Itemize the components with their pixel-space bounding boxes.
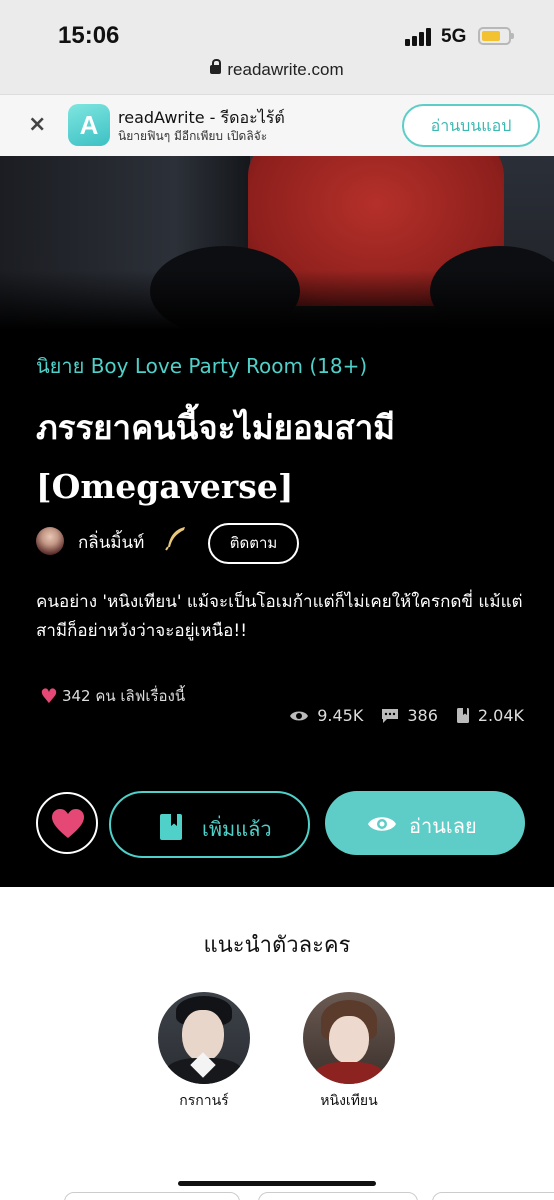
url-text: readawrite.com <box>227 60 344 79</box>
novel-info: นิยาย Boy Love Party Room (18+) ภรรยาคนน… <box>0 330 554 887</box>
character-avatar <box>303 992 395 1084</box>
avatar <box>36 527 64 555</box>
tab-pill[interactable] <box>64 1192 240 1200</box>
signal-icon <box>405 28 433 46</box>
lock-icon <box>210 59 222 74</box>
love-button[interactable] <box>36 792 98 854</box>
novel-stats: 9.45K 386 2.04K <box>289 706 524 725</box>
added-label: เพิ่มแล้ว <box>202 817 272 841</box>
cover-image <box>0 156 554 330</box>
category-link[interactable]: นิยาย Boy Love Party Room (18+) <box>36 350 367 382</box>
character-avatar <box>158 992 250 1084</box>
eye-icon <box>368 817 396 831</box>
character-name: กรกานร์ <box>179 1093 229 1109</box>
novel-title: ภรรยาคนนี้จะไม่ยอมสามี [Omegaverse] <box>36 408 396 506</box>
tab-pill[interactable] <box>432 1192 554 1200</box>
comment-icon <box>382 708 399 723</box>
tab-pill[interactable] <box>258 1192 418 1200</box>
character-card[interactable]: กรกานร์ <box>149 992 259 1112</box>
likes-count: ♥ 342 คน เลิฟเรื่องนี้ <box>40 682 185 708</box>
read-label: อ่านเลย <box>409 814 477 838</box>
add-to-shelf-button[interactable]: เพิ่มแล้ว <box>109 791 310 858</box>
heart-icon <box>52 809 84 838</box>
author-name: กลิ่นมิ้นท์ <box>78 533 145 553</box>
views-count: 9.45K <box>317 706 364 725</box>
battery-icon <box>478 27 514 45</box>
bookmarks-stat: 2.04K <box>456 706 524 725</box>
heart-icon: ♥ <box>40 684 58 708</box>
category-name: Boy Love Party Room (18+) <box>90 354 368 378</box>
comments-count: 386 <box>407 706 438 725</box>
comments-stat: 386 <box>381 706 438 725</box>
status-time: 15:06 <box>58 22 120 49</box>
views-stat: 9.45K <box>289 706 363 725</box>
status-bar: 15:06 5G readawrite.com <box>0 0 554 94</box>
app-icon: A <box>68 104 110 146</box>
read-now-button[interactable]: อ่านเลย <box>325 791 525 855</box>
bookmarks-count: 2.04K <box>477 706 524 725</box>
characters-section: แนะนำตัวละคร กรกานร์ หนิงเทียน <box>0 887 554 1200</box>
bookmark-book-icon <box>160 814 182 840</box>
quill-icon <box>164 525 188 557</box>
character-name: หนิงเทียน <box>320 1093 378 1109</box>
category-prefix: นิยาย <box>36 354 85 378</box>
banner-subtitle: นิยายฟินๆ มีอีกเพียบ เปิดลิจัะ <box>118 129 268 143</box>
likes-text: 342 คน เลิฟเรื่องนี้ <box>61 687 186 705</box>
close-icon[interactable]: × <box>28 112 46 137</box>
url-bar[interactable]: readawrite.com <box>0 59 554 80</box>
novel-description: คนอย่าง 'หนิงเทียน' แม้จะเป็นโอเมก้าแต่ก… <box>36 592 523 641</box>
character-card[interactable]: หนิงเทียน <box>294 992 404 1112</box>
open-in-app-button[interactable]: อ่านบนแอป <box>402 104 540 147</box>
characters-heading: แนะนำตัวละคร <box>203 933 351 958</box>
home-indicator <box>178 1181 376 1186</box>
app-banner: × A readAwrite - รีดอะไร้ต์ นิยายฟินๆ มี… <box>0 94 554 156</box>
book-icon <box>456 708 469 723</box>
eye-icon <box>290 711 309 720</box>
follow-button[interactable]: ติดตาม <box>208 523 299 564</box>
network-label: 5G <box>441 26 467 47</box>
